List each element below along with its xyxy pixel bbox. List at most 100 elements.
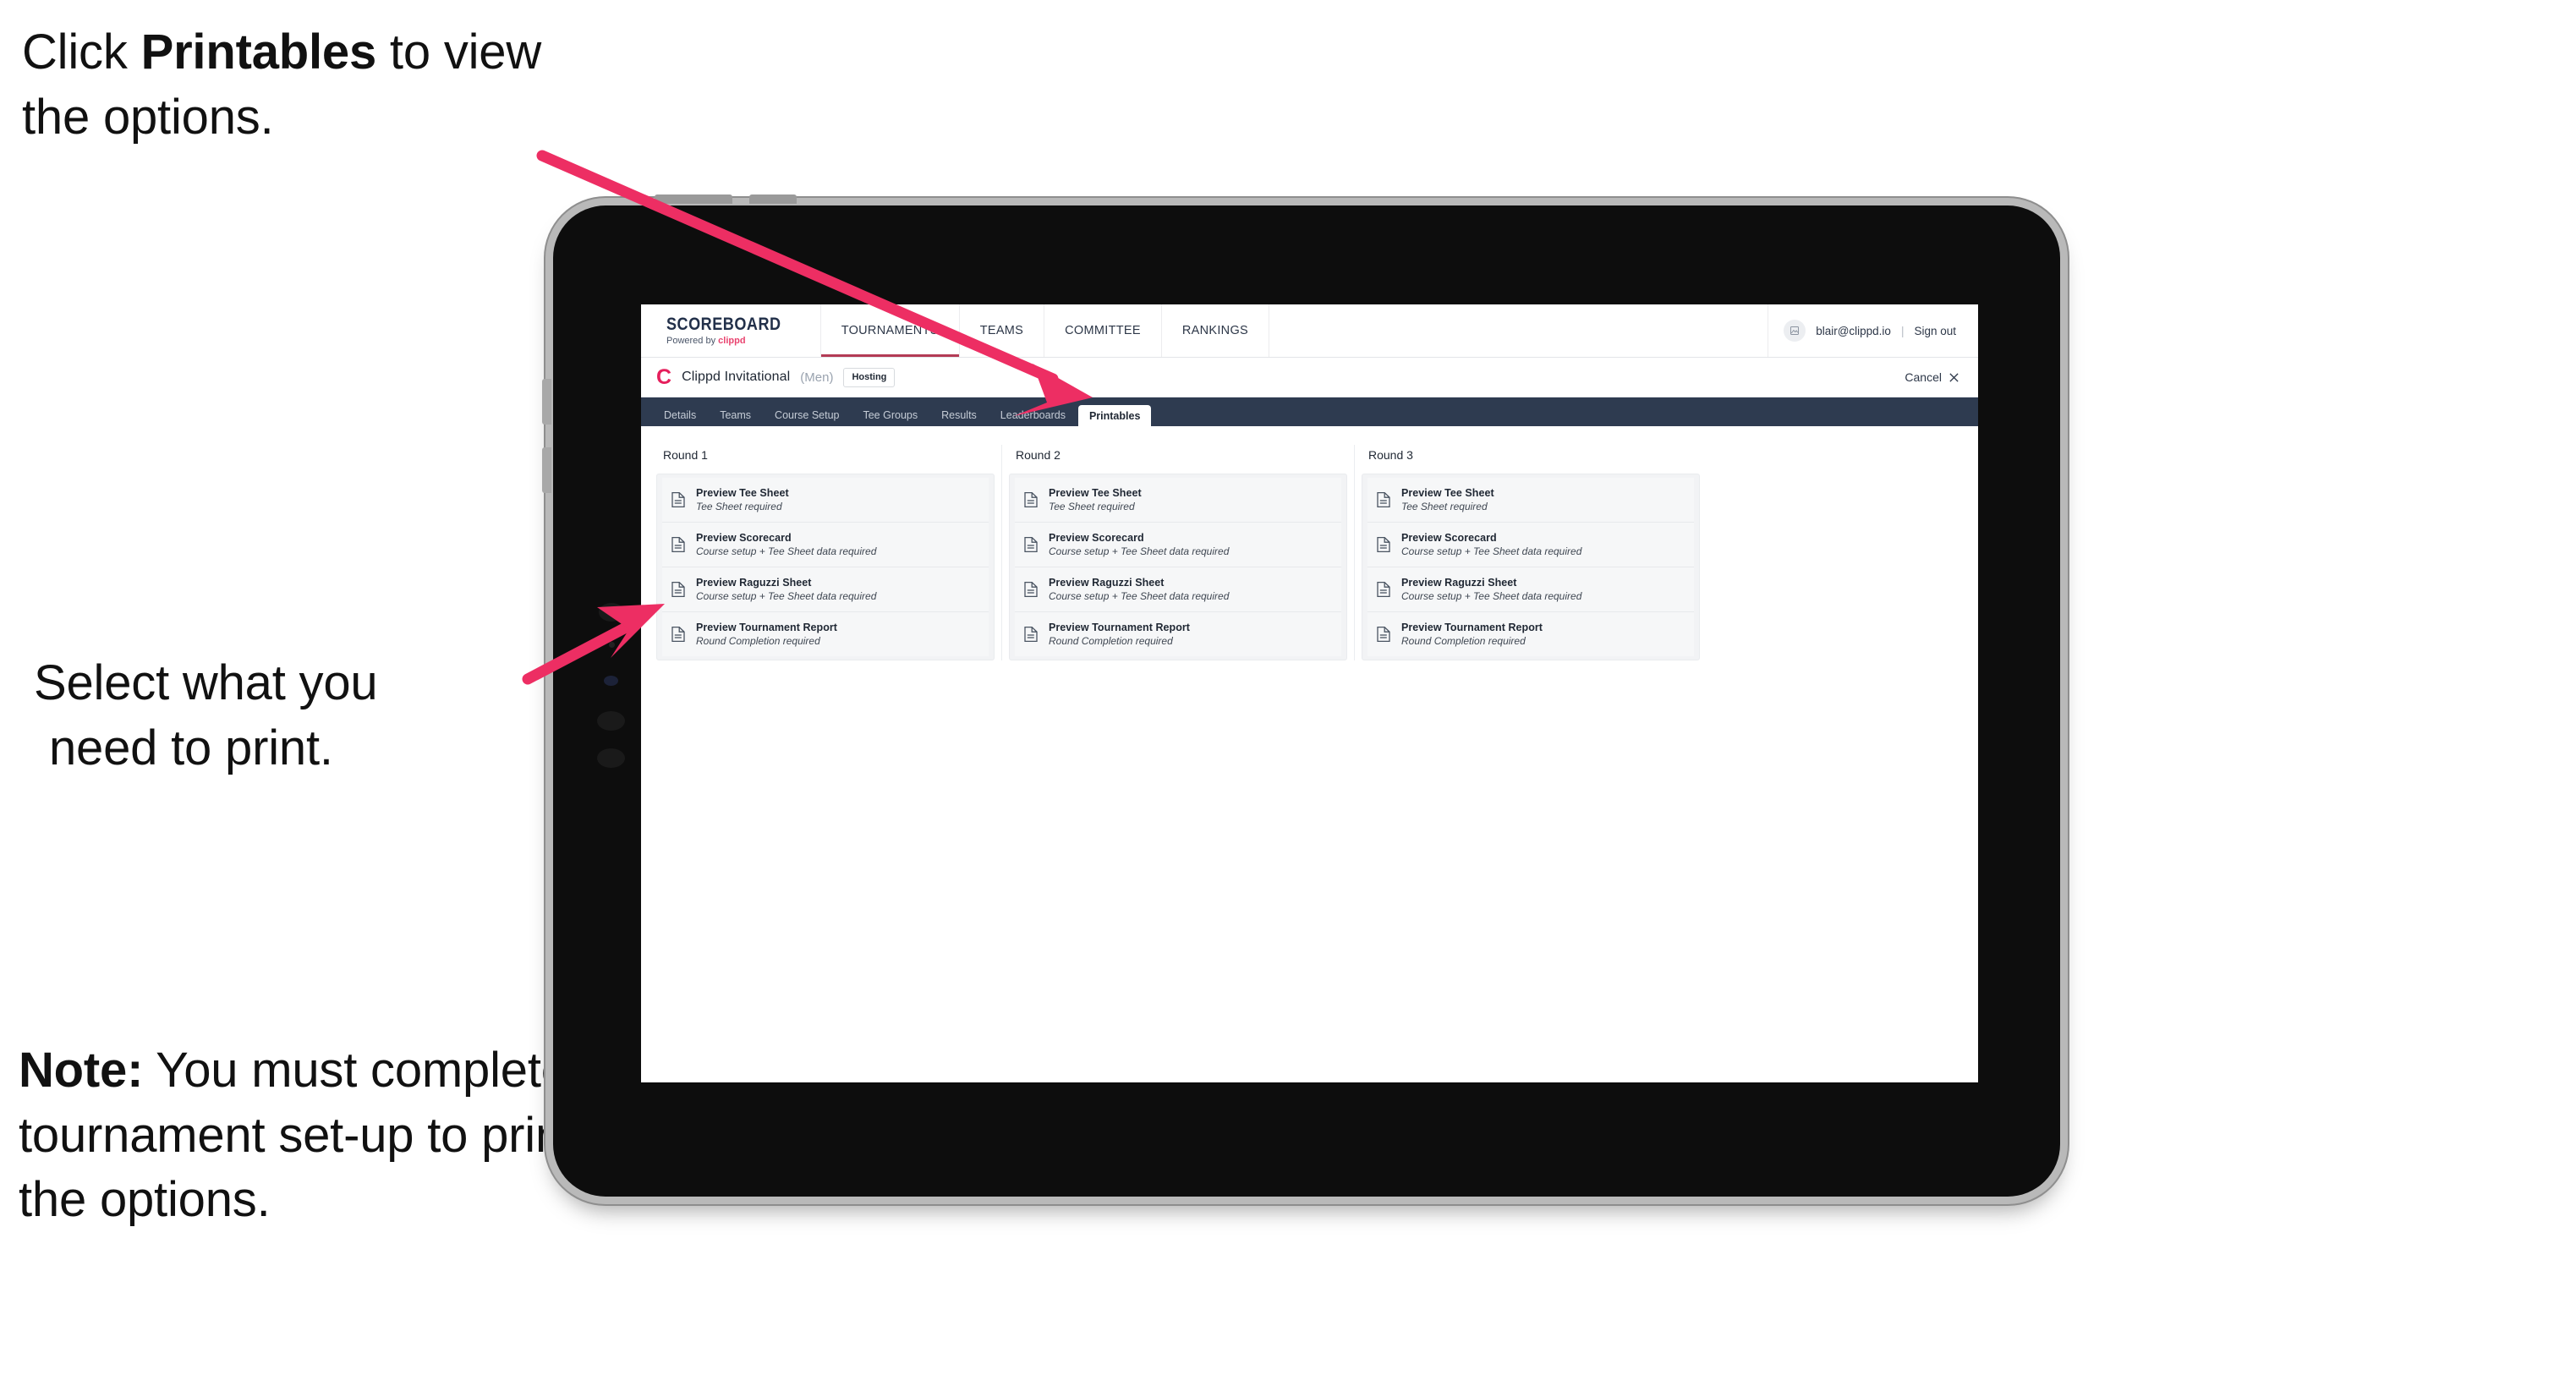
callout-1-pre: Click <box>22 25 141 79</box>
printable-requirement: Tee Sheet required <box>1049 501 1135 512</box>
printable-row-tournament-report-r2[interactable]: Preview Tournament Report Round Completi… <box>1015 612 1341 656</box>
document-icon <box>1377 581 1390 598</box>
round-2-list: Preview Tee Sheet Tee Sheet required Pre… <box>1009 474 1347 660</box>
round-column-1: Round 1 Preview Tee Sheet Tee Sheet requ… <box>656 445 1002 660</box>
printable-row-scorecard-r2[interactable]: Preview Scorecard Course setup + Tee She… <box>1015 523 1341 567</box>
round-column-3: Round 3 Preview Tee Sheet Tee Sheet requ… <box>1362 445 1707 660</box>
brand-sub-prefix: Powered by <box>666 336 719 346</box>
close-icon <box>1949 372 1959 382</box>
speaker-port-icon <box>597 711 625 731</box>
printable-row-tee-sheet-r3[interactable]: Preview Tee Sheet Tee Sheet required <box>1367 478 1694 523</box>
printable-title: Preview Tournament Report <box>1401 622 1543 633</box>
top-navigation: TOURNAMENTS TEAMS COMMITTEE RANKINGS <box>820 304 1269 357</box>
sign-out-link[interactable]: Sign out <box>1914 325 1956 337</box>
section-tab-bar: Details Teams Course Setup Tee Groups Re… <box>641 397 1978 426</box>
printable-text: Preview Tee Sheet Tee Sheet required <box>1049 487 1142 512</box>
clippd-logo-icon: C <box>656 364 672 389</box>
document-icon <box>671 581 685 598</box>
user-avatar-icon[interactable] <box>1784 320 1806 342</box>
printable-title: Preview Tee Sheet <box>696 487 789 499</box>
top-nav-rankings[interactable]: RANKINGS <box>1162 304 1269 357</box>
printable-requirement: Course setup + Tee Sheet data required <box>1401 545 1582 557</box>
indicator-light-icon <box>604 676 618 686</box>
document-icon <box>671 491 685 508</box>
tab-printables[interactable]: Printables <box>1077 405 1152 426</box>
printable-title: Preview Tournament Report <box>1049 622 1191 633</box>
tournament-gender: (Men) <box>800 370 834 385</box>
printable-title: Preview Tee Sheet <box>1401 487 1494 499</box>
printable-requirement: Tee Sheet required <box>696 501 782 512</box>
round-3-list: Preview Tee Sheet Tee Sheet required Pre… <box>1362 474 1700 660</box>
callout-3-strong: Note: <box>19 1043 144 1098</box>
printable-title: Preview Raguzzi Sheet <box>1401 577 1517 589</box>
tab-course-setup[interactable]: Course Setup <box>764 404 850 426</box>
document-icon <box>1377 536 1390 553</box>
printable-requirement: Course setup + Tee Sheet data required <box>1049 590 1230 602</box>
document-icon <box>1024 626 1038 643</box>
printable-row-scorecard-r1[interactable]: Preview Scorecard Course setup + Tee She… <box>662 523 989 567</box>
printable-title: Preview Raguzzi Sheet <box>696 577 812 589</box>
printable-text: Preview Tee Sheet Tee Sheet required <box>696 487 789 512</box>
printable-row-tee-sheet-r1[interactable]: Preview Tee Sheet Tee Sheet required <box>662 478 989 523</box>
document-icon <box>1377 626 1390 643</box>
tournament-header-bar: C Clippd Invitational (Men) Hosting Canc… <box>641 358 1978 397</box>
callout-2-line2: need to print. <box>49 720 333 775</box>
top-nav-teams[interactable]: TEAMS <box>960 304 1045 357</box>
callout-1-strong: Printables <box>140 25 377 79</box>
tablet-device-frame: SCOREBOARD Powered by clippd TOURNAMENTS… <box>542 194 2060 1197</box>
tab-results[interactable]: Results <box>930 404 988 426</box>
app-header: SCOREBOARD Powered by clippd TOURNAMENTS… <box>641 304 1978 358</box>
printable-row-tee-sheet-r2[interactable]: Preview Tee Sheet Tee Sheet required <box>1015 478 1341 523</box>
front-camera-icon <box>599 603 624 622</box>
printable-requirement: Course setup + Tee Sheet data required <box>1401 590 1582 602</box>
document-icon <box>1024 536 1038 553</box>
brand-title: SCOREBOARD <box>666 315 781 334</box>
printable-title: Preview Tournament Report <box>696 622 838 633</box>
hosting-status-badge: Hosting <box>843 367 896 387</box>
header-spacer <box>1269 304 1769 357</box>
tab-details[interactable]: Details <box>653 404 707 426</box>
document-icon <box>1377 491 1390 508</box>
printable-text: Preview Tournament Report Round Completi… <box>696 622 837 647</box>
document-icon <box>1024 581 1038 598</box>
app-screen: SCOREBOARD Powered by clippd TOURNAMENTS… <box>641 304 1978 1082</box>
round-1-list: Preview Tee Sheet Tee Sheet required Pre… <box>656 474 995 660</box>
round-3-title: Round 3 <box>1368 448 1413 462</box>
printable-row-tournament-report-r1[interactable]: Preview Tournament Report Round Completi… <box>662 612 989 656</box>
printable-text: Preview Raguzzi Sheet Course setup + Tee… <box>696 577 876 602</box>
printable-requirement: Round Completion required <box>1049 635 1173 647</box>
brand-subtitle: Powered by clippd <box>666 337 800 346</box>
document-icon <box>1024 491 1038 508</box>
sensor-dot-icon <box>609 642 615 648</box>
printable-requirement: Course setup + Tee Sheet data required <box>1049 545 1230 557</box>
printable-row-tournament-report-r3[interactable]: Preview Tournament Report Round Completi… <box>1367 612 1694 656</box>
volume-down-button[interactable] <box>542 447 551 493</box>
callout-click-printables: Click Printables to view the options. <box>22 20 563 150</box>
tab-leaderboards[interactable]: Leaderboards <box>989 404 1077 426</box>
printable-row-raguzzi-r3[interactable]: Preview Raguzzi Sheet Course setup + Tee… <box>1367 567 1694 612</box>
top-nav-committee[interactable]: COMMITTEE <box>1044 304 1162 357</box>
round-1-title: Round 1 <box>663 448 708 462</box>
printable-requirement: Course setup + Tee Sheet data required <box>696 590 877 602</box>
printable-requirement: Tee Sheet required <box>1401 501 1488 512</box>
printable-row-scorecard-r3[interactable]: Preview Scorecard Course setup + Tee She… <box>1367 523 1694 567</box>
volume-up-button[interactable] <box>542 379 551 425</box>
printable-row-raguzzi-r2[interactable]: Preview Raguzzi Sheet Course setup + Tee… <box>1015 567 1341 612</box>
tab-tee-groups[interactable]: Tee Groups <box>852 404 929 426</box>
printable-text: Preview Raguzzi Sheet Course setup + Tee… <box>1401 577 1581 602</box>
callout-2-line1: Select what you <box>34 655 378 710</box>
printable-title: Preview Scorecard <box>1401 532 1497 544</box>
callout-select-what-to-print: Select what you need to print. <box>34 651 558 781</box>
brand-logo[interactable]: SCOREBOARD Powered by clippd <box>641 304 821 357</box>
printable-text: Preview Scorecard Course setup + Tee She… <box>1401 532 1581 557</box>
printable-title: Preview Scorecard <box>1049 532 1144 544</box>
printable-row-raguzzi-r1[interactable]: Preview Raguzzi Sheet Course setup + Tee… <box>662 567 989 612</box>
tab-teams[interactable]: Teams <box>709 404 762 426</box>
cancel-label: Cancel <box>1905 370 1942 384</box>
printable-text: Preview Scorecard Course setup + Tee She… <box>1049 532 1229 557</box>
cancel-button[interactable]: Cancel <box>1905 370 1959 384</box>
printable-title: Preview Scorecard <box>696 532 792 544</box>
top-nav-tournaments[interactable]: TOURNAMENTS <box>820 304 960 357</box>
printable-text: Preview Scorecard Course setup + Tee She… <box>696 532 876 557</box>
printable-text: Preview Tee Sheet Tee Sheet required <box>1401 487 1494 512</box>
